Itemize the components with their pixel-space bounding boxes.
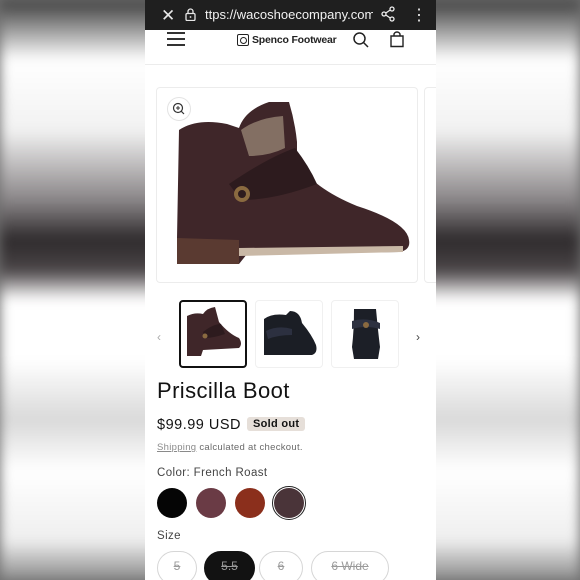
size-option[interactable]: 6 [259,551,303,580]
boot-thumbnail-icon [264,311,317,355]
shipping-note: Shipping calculated at checkout. [157,442,303,453]
boot-thumbnail-icon [187,307,241,356]
color-swatch[interactable] [235,488,265,518]
shipping-text: calculated at checkout. [196,442,303,453]
site-header: Spenco Footwear [145,30,436,65]
url-text[interactable]: ttps://wacoshoecompany.com/p [205,7,373,22]
zoom-button[interactable] [167,97,191,121]
hamburger-menu-icon[interactable] [167,32,185,46]
share-icon[interactable] [381,6,395,22]
color-label: Color: French Roast [157,467,268,479]
thumbnail-3[interactable] [331,300,399,368]
size-option[interactable]: 6 Wide [311,551,389,580]
thumbnail-1[interactable] [179,300,247,368]
chevron-right-icon[interactable]: › [416,330,420,344]
phone-screen: ✕ ttps://wacoshoecompany.com/p ⋮ Spenco … [145,0,436,580]
product-main-image[interactable] [156,87,418,283]
next-image-peek[interactable] [424,87,436,283]
sold-out-badge: Sold out [247,417,306,431]
more-vert-icon[interactable]: ⋮ [411,5,427,25]
color-swatch[interactable] [157,488,187,518]
product-price: $99.99 USD [157,417,241,433]
lock-icon [185,8,196,21]
boot-thumbnail-icon [352,309,380,359]
size-label: Size [157,530,181,542]
search-icon[interactable] [352,31,370,49]
size-option[interactable]: 5.5 [204,551,255,580]
chevron-left-icon[interactable]: ‹ [157,330,161,344]
brand-mark-icon [237,34,249,46]
browser-url-bar: ✕ ttps://wacoshoecompany.com/p ⋮ [145,0,436,30]
brand-logo[interactable]: Spenco Footwear [237,34,337,46]
close-icon[interactable]: ✕ [161,6,175,26]
thumbnail-2[interactable] [255,300,323,368]
size-option[interactable]: 5 [157,551,197,580]
shipping-link[interactable]: Shipping [157,442,196,453]
brand-name: Spenco Footwear [252,34,337,46]
cart-icon[interactable] [388,31,406,49]
color-swatch[interactable] [196,488,226,518]
product-title: Priscilla Boot [157,378,290,403]
boot-image [177,102,410,264]
color-swatch[interactable] [274,488,304,518]
zoom-in-icon [172,102,185,115]
